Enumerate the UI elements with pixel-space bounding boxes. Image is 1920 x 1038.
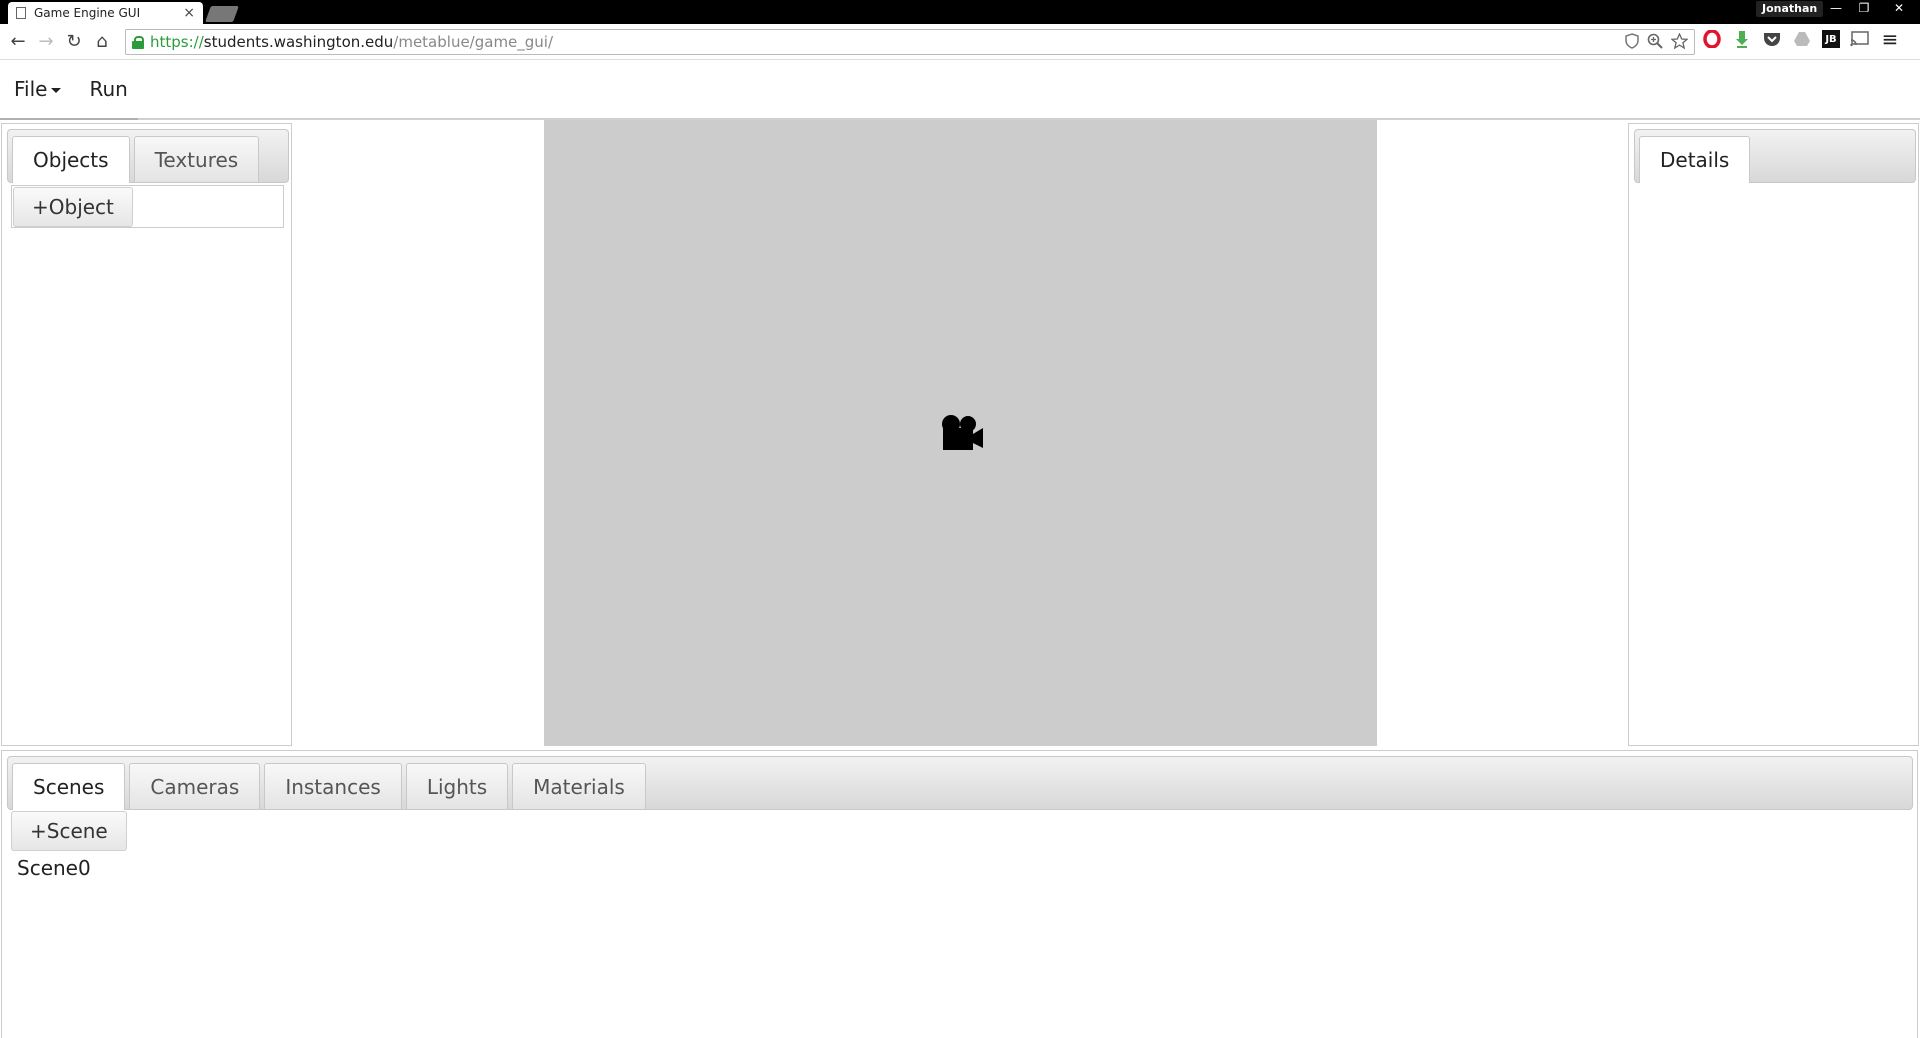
- jb-icon[interactable]: JB: [1822, 30, 1840, 48]
- page-icon: [16, 7, 26, 19]
- back-icon[interactable]: ←: [4, 28, 32, 56]
- left-panel: Objects Textures +Object: [1, 123, 292, 746]
- right-panel: Details: [1628, 123, 1919, 746]
- star-icon[interactable]: [1670, 32, 1689, 53]
- shield-icon[interactable]: [1625, 33, 1639, 53]
- address-bar[interactable]: https:// students.washington.edu /metabl…: [125, 29, 1695, 55]
- camera-icon[interactable]: [940, 414, 984, 452]
- lock-icon: [132, 36, 144, 49]
- app-menubar: File Run: [0, 60, 1920, 120]
- pocket-icon[interactable]: [1762, 29, 1782, 49]
- url-path: /metablue/game_gui/: [393, 33, 554, 51]
- close-window-icon[interactable]: ✕: [1878, 0, 1920, 18]
- home-icon[interactable]: ⌂: [88, 28, 116, 56]
- scene-list: Scene0: [17, 854, 91, 882]
- reload-icon[interactable]: ↻: [60, 28, 88, 56]
- drive-icon[interactable]: [1792, 29, 1812, 49]
- browser-toolbar: ← → ↻ ⌂ https:// students.washington.edu…: [0, 24, 1920, 60]
- tab-instances[interactable]: Instances: [264, 763, 402, 809]
- add-object-button[interactable]: +Object: [13, 187, 133, 227]
- tab-details[interactable]: Details: [1639, 136, 1751, 183]
- bottom-panel: Scenes Cameras Instances Lights Material…: [1, 750, 1918, 1038]
- tab-title: Game Engine GUI: [34, 6, 141, 20]
- left-tabbar: Objects Textures: [7, 129, 289, 183]
- tab-scenes[interactable]: Scenes: [12, 763, 126, 810]
- scene-list-item[interactable]: Scene0: [17, 854, 91, 882]
- restore-icon[interactable]: ❐: [1850, 0, 1878, 18]
- right-tabbar: Details: [1634, 129, 1916, 183]
- tab-textures[interactable]: Textures: [133, 136, 260, 182]
- scene-viewport[interactable]: [544, 120, 1377, 746]
- url-scheme: https://: [150, 33, 204, 51]
- tab-lights[interactable]: Lights: [405, 763, 509, 809]
- file-menu[interactable]: File: [14, 77, 62, 101]
- profile-button[interactable]: Jonathan: [1756, 1, 1824, 17]
- tab-close-icon[interactable]: ×: [183, 5, 195, 21]
- window-controls: — ❐ ✕: [1822, 0, 1920, 18]
- file-menu-label: File: [14, 77, 48, 101]
- caret-down-icon: [51, 87, 62, 93]
- add-scene-button[interactable]: +Scene: [11, 811, 127, 851]
- download-icon[interactable]: [1732, 29, 1752, 49]
- new-tab-button[interactable]: [205, 6, 239, 22]
- omnibox-icons: [1625, 32, 1689, 53]
- bottom-tabbar: Scenes Cameras Instances Lights Material…: [7, 756, 1913, 810]
- menubar-divider: [0, 118, 138, 120]
- run-menu[interactable]: Run: [89, 77, 127, 101]
- minimize-icon[interactable]: —: [1822, 0, 1850, 18]
- tab-objects[interactable]: Objects: [12, 136, 130, 183]
- menu-icon[interactable]: ≡: [1880, 27, 1900, 51]
- tab-cameras[interactable]: Cameras: [129, 763, 261, 809]
- opera-icon[interactable]: [1702, 29, 1722, 49]
- cast-icon[interactable]: [1850, 29, 1870, 49]
- browser-titlebar: Game Engine GUI × Jonathan — ❐ ✕: [0, 0, 1920, 24]
- url-host: students.washington.edu: [203, 33, 394, 51]
- objects-toolbar: +Object: [11, 185, 284, 228]
- tab-materials[interactable]: Materials: [512, 763, 646, 809]
- browser-tab[interactable]: Game Engine GUI ×: [8, 2, 203, 24]
- forward-icon[interactable]: →: [32, 28, 60, 56]
- zoom-icon[interactable]: [1647, 33, 1663, 53]
- extension-icons: JB ≡: [1702, 27, 1900, 51]
